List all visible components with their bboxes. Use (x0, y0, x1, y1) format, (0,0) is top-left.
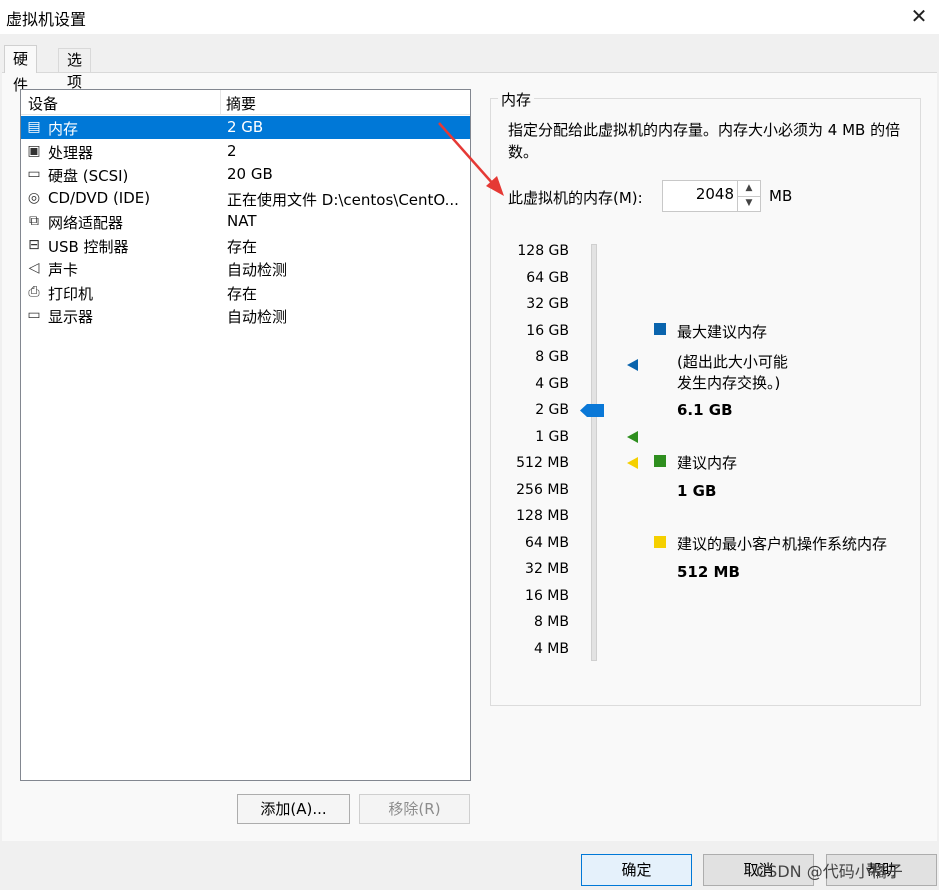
scale-label: 32 MB (525, 561, 569, 577)
scale-label: 128 GB (517, 243, 569, 259)
device-summary: 自动检测 (227, 308, 288, 326)
device-row-hard-disk[interactable]: ▭ 硬盘 (SCSI) 20 GB (21, 163, 470, 186)
max-recommended-swatch-icon (654, 323, 666, 335)
memory-description: 指定分配给此虚拟机的内存量。内存大小必须为 4 MB 的倍数。 (508, 121, 901, 161)
scale-label: 512 MB (516, 455, 569, 471)
scale-label: 32 GB (526, 296, 569, 312)
device-summary: 存在 (227, 285, 258, 303)
device-row-sound-card[interactable]: ◁ 声卡 自动检测 (21, 257, 470, 280)
memory-field-label: 此虚拟机的内存(M): (508, 189, 643, 207)
scale-label: 4 MB (533, 641, 569, 657)
device-name: 网络适配器 (48, 214, 124, 232)
recommended-value: 1 GB (677, 482, 717, 500)
device-row-memory[interactable]: ▤ 内存 2 GB (21, 116, 470, 139)
recommended-marker-icon (627, 431, 638, 443)
min-guest-title: 建议的最小客户机操作系统内存 (677, 535, 888, 553)
scale-label: 128 MB (516, 508, 569, 524)
device-row-printer[interactable]: ⎙ 打印机 存在 (21, 281, 470, 304)
device-name: 处理器 (48, 144, 94, 162)
sound-card-icon: ◁ (28, 260, 40, 276)
max-recommended-note: 发生内存交换。) (677, 374, 781, 392)
network-adapter-icon: ⧉ (29, 213, 39, 229)
memory-spinbox[interactable]: 2048 ▲ ▼ (662, 180, 761, 212)
device-name: CD/DVD (IDE) (48, 189, 151, 207)
device-row-processor[interactable]: ▣ 处理器 2 (21, 140, 470, 163)
spin-down-icon[interactable]: ▼ (738, 196, 760, 211)
add-button[interactable]: 添加(A)... (237, 794, 350, 824)
processor-icon: ▣ (27, 143, 41, 159)
recommended-swatch-icon (654, 455, 666, 467)
device-list-header: 设备 摘要 (21, 90, 470, 115)
column-header-summary[interactable]: 摘要 (226, 93, 256, 114)
device-row-cd-dvd[interactable]: ◎ CD/DVD (IDE) 正在使用文件 D:\centos\CentO... (21, 187, 470, 210)
tab-hardware[interactable]: 硬件 (4, 45, 38, 94)
min-guest-swatch-icon (654, 536, 666, 548)
scale-label: 8 MB (533, 614, 569, 630)
device-name: 打印机 (48, 285, 94, 303)
device-row-display[interactable]: ▭ 显示器 自动检测 (21, 304, 470, 327)
watermark: CSDN @代码小橘子 (756, 862, 903, 881)
remove-button[interactable]: 移除(R) (359, 794, 470, 824)
scale-label: 16 MB (525, 588, 569, 604)
scale-label: 2 GB (535, 402, 569, 418)
memory-unit: MB (769, 187, 793, 205)
memory-icon: ▤ (27, 119, 41, 135)
device-name: 声卡 (48, 261, 79, 279)
column-header-device[interactable]: 设备 (28, 93, 58, 114)
device-summary: NAT (227, 212, 257, 230)
max-recommended-title: 最大建议内存 (677, 323, 768, 341)
usb-icon: ⊟ (28, 237, 40, 253)
scale-label: 4 GB (535, 376, 569, 392)
device-summary: 自动检测 (227, 261, 288, 279)
printer-icon: ⎙ (28, 284, 40, 300)
max-recommended-marker-icon (627, 359, 638, 371)
memory-slider-track[interactable] (591, 244, 597, 661)
min-guest-value: 512 MB (677, 563, 740, 581)
spin-buttons: ▲ ▼ (737, 181, 760, 211)
device-row-usb-controller[interactable]: ⊟ USB 控制器 存在 (21, 234, 470, 257)
scale-label: 64 GB (526, 270, 569, 286)
spin-up-icon[interactable]: ▲ (738, 181, 760, 197)
device-name: 显示器 (48, 308, 94, 326)
scale-label: 16 GB (526, 323, 569, 339)
ok-button[interactable]: 确定 (581, 854, 692, 886)
memory-slider-thumb[interactable] (580, 404, 604, 417)
scale-label: 8 GB (535, 349, 569, 365)
device-summary: 2 (227, 142, 237, 160)
max-recommended-note: (超出此大小可能 (677, 353, 788, 371)
close-icon[interactable]: ✕ (905, 0, 933, 32)
min-guest-marker-icon (627, 457, 638, 469)
device-summary: 20 GB (227, 165, 273, 183)
device-summary: 正在使用文件 D:\centos\CentO... (227, 191, 459, 209)
device-row-network-adapter[interactable]: ⧉ 网络适配器 NAT (21, 210, 470, 233)
device-list[interactable]: 设备 摘要 ▤ 内存 2 GB ▣ 处理器 2 ▭ 硬盘 (SCSI) 20 G… (20, 89, 471, 781)
cd-dvd-icon: ◎ (27, 190, 41, 206)
display-icon: ▭ (27, 307, 41, 323)
column-divider[interactable] (220, 90, 221, 114)
title-bar: 虚拟机设置 ✕ (0, 0, 939, 34)
device-name: 硬盘 (SCSI) (48, 167, 129, 185)
memory-group-title: 内存 (498, 89, 535, 110)
device-summary: 存在 (227, 238, 258, 256)
device-name: 内存 (48, 120, 79, 138)
device-summary: 2 GB (227, 118, 264, 136)
recommended-title: 建议内存 (677, 454, 738, 472)
tab-options[interactable]: 选项 (58, 48, 92, 91)
hard-disk-icon: ▭ (27, 166, 41, 182)
device-name: USB 控制器 (48, 238, 129, 256)
memory-value-input[interactable]: 2048 (696, 185, 734, 203)
scale-label: 64 MB (525, 535, 569, 551)
window-title: 虚拟机设置 (6, 10, 87, 29)
scale-label: 1 GB (535, 429, 569, 445)
scale-label: 256 MB (516, 482, 569, 498)
max-recommended-value: 6.1 GB (677, 401, 733, 419)
